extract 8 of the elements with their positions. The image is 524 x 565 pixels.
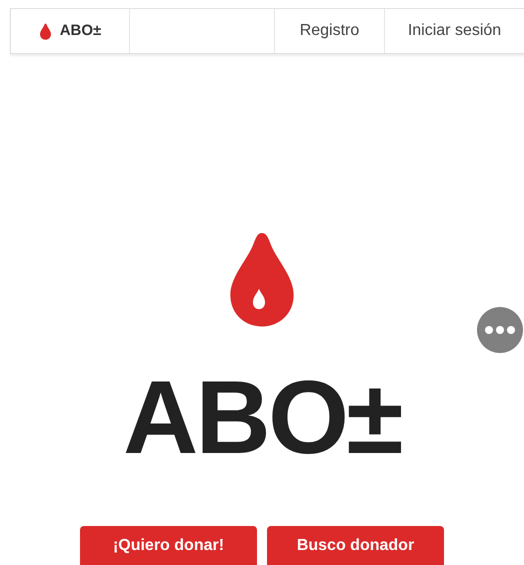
nav-link[interactable]: Registro bbox=[275, 9, 385, 53]
nav-link[interactable]: Iniciar sesión bbox=[385, 9, 524, 53]
blood-drop-icon bbox=[38, 22, 52, 40]
action-button[interactable]: Busco donador bbox=[267, 526, 444, 565]
action-button[interactable]: ¡Quiero donar! bbox=[80, 526, 257, 565]
hero-title: ABO± bbox=[123, 366, 401, 470]
more-options-button[interactable] bbox=[477, 307, 523, 353]
brand-link[interactable]: ABO± bbox=[11, 9, 130, 53]
